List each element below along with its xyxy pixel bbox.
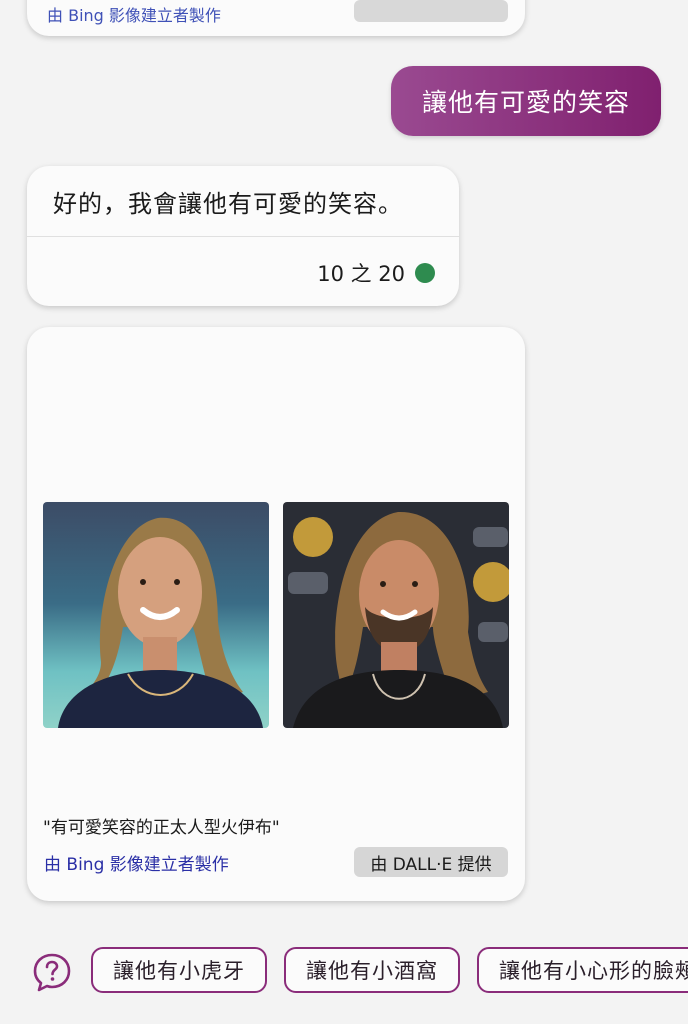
turn-counter-text: 10 之 20 <box>317 262 405 286</box>
previous-creator-link[interactable]: 由 Bing 影像建立者製作 <box>47 2 221 26</box>
generated-image-2[interactable] <box>283 502 509 728</box>
divider <box>27 236 459 237</box>
image-prompt-caption: "有可愛笑容的正太人型火伊布" <box>43 818 280 838</box>
bot-message-card: 好的，我會讓他有可愛的笑容。 10 之 20 <box>27 166 459 306</box>
portrait-image-2-icon <box>283 502 509 728</box>
suggestion-chip[interactable]: 讓他有小虎牙 <box>91 947 267 993</box>
suggestion-chips: 讓他有小虎牙 讓他有小酒窩 讓他有小心形的臉頰 <box>91 947 688 993</box>
user-message-bubble: 讓他有可愛的笑容 <box>391 66 661 136</box>
previous-image-card: 由 Bing 影像建立者製作 <box>27 0 525 36</box>
suggestion-chip[interactable]: 讓他有小心形的臉頰 <box>477 947 688 993</box>
bing-image-creator-link[interactable]: 由 Bing 影像建立者製作 <box>44 850 229 875</box>
turn-counter: 10 之 20 <box>317 258 435 288</box>
image-result-card: "有可愛笑容的正太人型火伊布" 由 Bing 影像建立者製作 由 DALL·E … <box>27 327 525 901</box>
dalle-badge-text: 由 DALL·E 提供 <box>370 854 492 875</box>
status-dot-icon <box>415 263 435 283</box>
dalle-badge: 由 DALL·E 提供 <box>354 847 508 877</box>
bot-message-text: 好的，我會讓他有可愛的笑容。 <box>53 190 403 218</box>
suggestion-chip[interactable]: 讓他有小酒窩 <box>284 947 460 993</box>
generated-image-1[interactable] <box>43 502 269 728</box>
user-message-text: 讓他有可愛的笑容 <box>421 88 630 117</box>
previous-dalle-badge <box>354 0 508 22</box>
question-bubble-icon[interactable] <box>32 952 72 992</box>
portrait-image-1-icon <box>43 502 269 728</box>
